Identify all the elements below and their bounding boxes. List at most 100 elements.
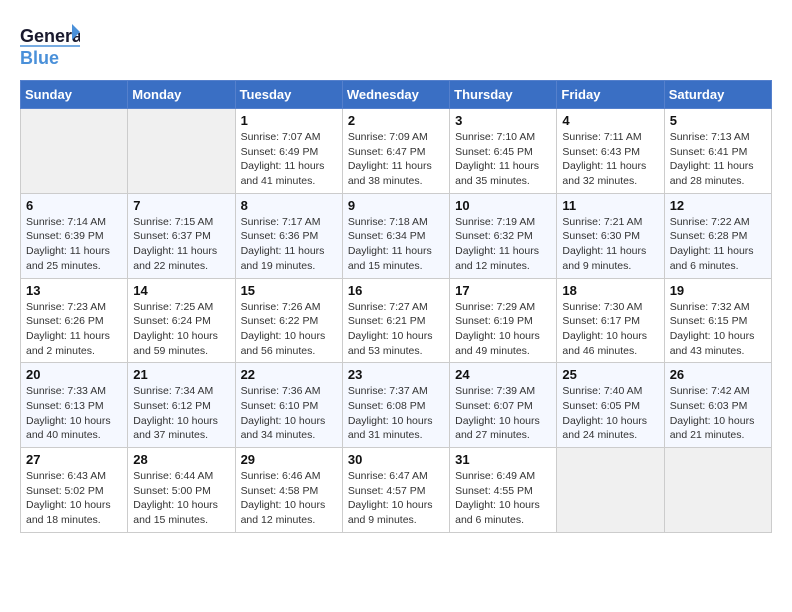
day-number: 8 [241,198,337,213]
calendar-cell: 7 Sunrise: 7:15 AM Sunset: 6:37 PM Daylig… [128,193,235,278]
day-number: 2 [348,113,444,128]
day-number: 30 [348,452,444,467]
day-info: Sunrise: 7:07 AM Sunset: 6:49 PM Dayligh… [241,130,337,189]
day-info: Sunrise: 7:27 AM Sunset: 6:21 PM Dayligh… [348,300,444,359]
day-number: 3 [455,113,551,128]
calendar-cell: 14 Sunrise: 7:25 AM Sunset: 6:24 PM Dayli… [128,278,235,363]
calendar-table: SundayMondayTuesdayWednesdayThursdayFrid… [20,80,772,533]
page-header: GeneralBlue [20,20,772,70]
calendar-cell: 20 Sunrise: 7:33 AM Sunset: 6:13 PM Dayli… [21,363,128,448]
day-info: Sunrise: 7:21 AM Sunset: 6:30 PM Dayligh… [562,215,658,274]
day-info: Sunrise: 7:30 AM Sunset: 6:17 PM Dayligh… [562,300,658,359]
day-header-monday: Monday [128,81,235,109]
day-number: 1 [241,113,337,128]
calendar-week-3: 13 Sunrise: 7:23 AM Sunset: 6:26 PM Dayli… [21,278,772,363]
calendar-cell: 26 Sunrise: 7:42 AM Sunset: 6:03 PM Dayli… [664,363,771,448]
calendar-cell: 27 Sunrise: 6:43 AM Sunset: 5:02 PM Dayli… [21,448,128,533]
day-number: 7 [133,198,229,213]
day-number: 18 [562,283,658,298]
calendar-cell: 22 Sunrise: 7:36 AM Sunset: 6:10 PM Dayli… [235,363,342,448]
day-number: 11 [562,198,658,213]
calendar-cell: 30 Sunrise: 6:47 AM Sunset: 4:57 PM Dayli… [342,448,449,533]
day-info: Sunrise: 7:18 AM Sunset: 6:34 PM Dayligh… [348,215,444,274]
day-info: Sunrise: 7:23 AM Sunset: 6:26 PM Dayligh… [26,300,122,359]
day-number: 10 [455,198,551,213]
calendar-cell: 15 Sunrise: 7:26 AM Sunset: 6:22 PM Dayli… [235,278,342,363]
day-number: 20 [26,367,122,382]
day-number: 26 [670,367,766,382]
day-info: Sunrise: 7:33 AM Sunset: 6:13 PM Dayligh… [26,384,122,443]
calendar-cell: 16 Sunrise: 7:27 AM Sunset: 6:21 PM Dayli… [342,278,449,363]
day-number: 24 [455,367,551,382]
day-header-friday: Friday [557,81,664,109]
calendar-cell: 8Sunrise: 7:17 AM Sunset: 6:36 PM Daylig… [235,193,342,278]
day-number: 27 [26,452,122,467]
day-info: Sunrise: 7:39 AM Sunset: 6:07 PM Dayligh… [455,384,551,443]
day-info: Sunrise: 7:10 AM Sunset: 6:45 PM Dayligh… [455,130,551,189]
day-info: Sunrise: 7:36 AM Sunset: 6:10 PM Dayligh… [241,384,337,443]
day-info: Sunrise: 7:11 AM Sunset: 6:43 PM Dayligh… [562,130,658,189]
calendar-cell: 31Sunrise: 6:49 AM Sunset: 4:55 PM Dayli… [450,448,557,533]
svg-text:General: General [20,26,80,46]
calendar-cell: 24 Sunrise: 7:39 AM Sunset: 6:07 PM Dayli… [450,363,557,448]
calendar-week-1: 1 Sunrise: 7:07 AM Sunset: 6:49 PM Daylig… [21,109,772,194]
day-number: 22 [241,367,337,382]
calendar-cell: 10 Sunrise: 7:19 AM Sunset: 6:32 PM Dayli… [450,193,557,278]
calendar-cell: 12Sunrise: 7:22 AM Sunset: 6:28 PM Dayli… [664,193,771,278]
day-number: 29 [241,452,337,467]
calendar-cell: 21 Sunrise: 7:34 AM Sunset: 6:12 PM Dayli… [128,363,235,448]
calendar-cell: 1 Sunrise: 7:07 AM Sunset: 6:49 PM Daylig… [235,109,342,194]
calendar-cell: 5Sunrise: 7:13 AM Sunset: 6:41 PM Daylig… [664,109,771,194]
day-info: Sunrise: 7:19 AM Sunset: 6:32 PM Dayligh… [455,215,551,274]
day-number: 15 [241,283,337,298]
day-info: Sunrise: 7:14 AM Sunset: 6:39 PM Dayligh… [26,215,122,274]
day-info: Sunrise: 6:46 AM Sunset: 4:58 PM Dayligh… [241,469,337,528]
logo: GeneralBlue [20,20,80,70]
calendar-week-4: 20 Sunrise: 7:33 AM Sunset: 6:13 PM Dayli… [21,363,772,448]
calendar-cell: 2Sunrise: 7:09 AM Sunset: 6:47 PM Daylig… [342,109,449,194]
day-info: Sunrise: 6:44 AM Sunset: 5:00 PM Dayligh… [133,469,229,528]
day-number: 9 [348,198,444,213]
calendar-cell: 28Sunrise: 6:44 AM Sunset: 5:00 PM Dayli… [128,448,235,533]
day-number: 14 [133,283,229,298]
day-header-saturday: Saturday [664,81,771,109]
calendar-cell: 25 Sunrise: 7:40 AM Sunset: 6:05 PM Dayli… [557,363,664,448]
day-number: 4 [562,113,658,128]
day-number: 6 [26,198,122,213]
calendar-cell [664,448,771,533]
day-number: 21 [133,367,229,382]
day-number: 13 [26,283,122,298]
header-row: SundayMondayTuesdayWednesdayThursdayFrid… [21,81,772,109]
day-number: 17 [455,283,551,298]
calendar-cell: 13 Sunrise: 7:23 AM Sunset: 6:26 PM Dayli… [21,278,128,363]
calendar-cell: 9 Sunrise: 7:18 AM Sunset: 6:34 PM Daylig… [342,193,449,278]
calendar-cell [557,448,664,533]
day-info: Sunrise: 7:29 AM Sunset: 6:19 PM Dayligh… [455,300,551,359]
day-number: 25 [562,367,658,382]
day-info: Sunrise: 7:26 AM Sunset: 6:22 PM Dayligh… [241,300,337,359]
calendar-week-5: 27 Sunrise: 6:43 AM Sunset: 5:02 PM Dayli… [21,448,772,533]
day-info: Sunrise: 7:34 AM Sunset: 6:12 PM Dayligh… [133,384,229,443]
day-info: Sunrise: 7:25 AM Sunset: 6:24 PM Dayligh… [133,300,229,359]
calendar-cell: 18 Sunrise: 7:30 AM Sunset: 6:17 PM Dayli… [557,278,664,363]
day-info: Sunrise: 7:37 AM Sunset: 6:08 PM Dayligh… [348,384,444,443]
day-info: Sunrise: 6:49 AM Sunset: 4:55 PM Dayligh… [455,469,551,528]
calendar-week-2: 6 Sunrise: 7:14 AM Sunset: 6:39 PM Daylig… [21,193,772,278]
day-info: Sunrise: 6:47 AM Sunset: 4:57 PM Dayligh… [348,469,444,528]
day-info: Sunrise: 7:15 AM Sunset: 6:37 PM Dayligh… [133,215,229,274]
day-number: 16 [348,283,444,298]
day-info: Sunrise: 7:42 AM Sunset: 6:03 PM Dayligh… [670,384,766,443]
calendar-cell [128,109,235,194]
day-number: 5 [670,113,766,128]
day-number: 19 [670,283,766,298]
calendar-cell [21,109,128,194]
day-header-wednesday: Wednesday [342,81,449,109]
day-info: Sunrise: 7:40 AM Sunset: 6:05 PM Dayligh… [562,384,658,443]
day-info: Sunrise: 6:43 AM Sunset: 5:02 PM Dayligh… [26,469,122,528]
day-info: Sunrise: 7:32 AM Sunset: 6:15 PM Dayligh… [670,300,766,359]
day-header-sunday: Sunday [21,81,128,109]
calendar-cell: 4 Sunrise: 7:11 AM Sunset: 6:43 PM Daylig… [557,109,664,194]
calendar-cell: 3 Sunrise: 7:10 AM Sunset: 6:45 PM Daylig… [450,109,557,194]
calendar-cell: 29 Sunrise: 6:46 AM Sunset: 4:58 PM Dayli… [235,448,342,533]
calendar-cell: 23Sunrise: 7:37 AM Sunset: 6:08 PM Dayli… [342,363,449,448]
